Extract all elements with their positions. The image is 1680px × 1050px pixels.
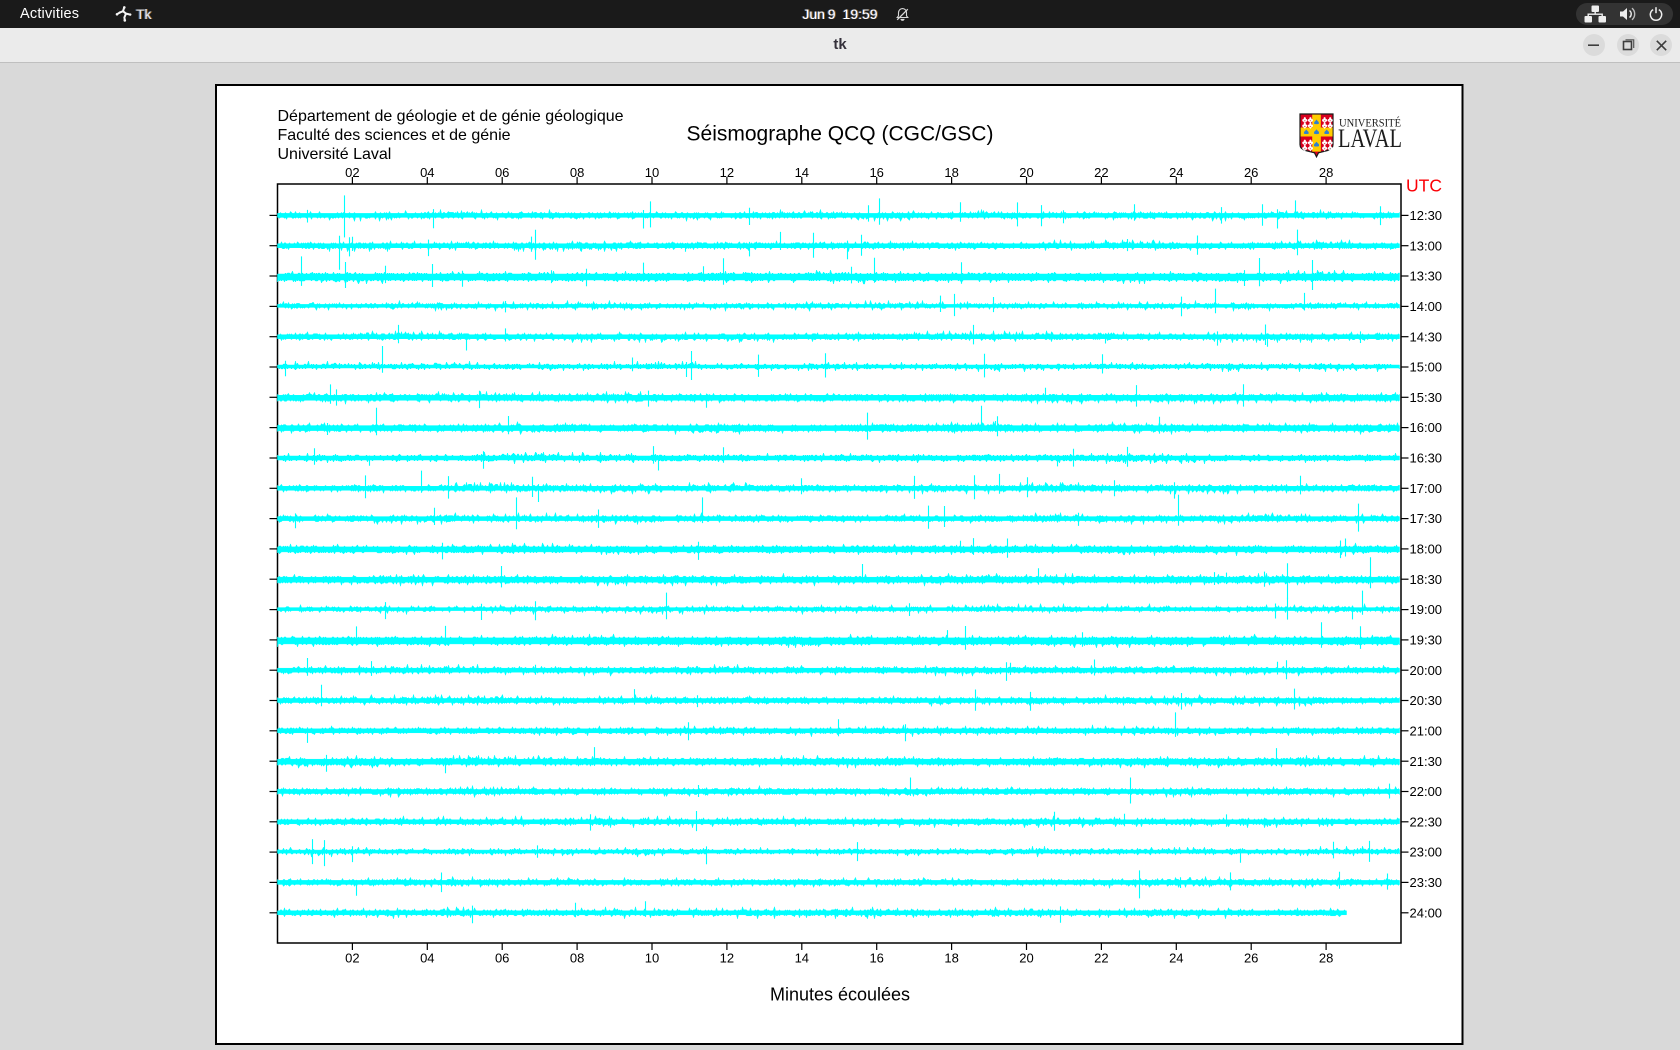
- svg-text:06: 06: [495, 951, 509, 966]
- svg-text:21:30: 21:30: [1410, 754, 1443, 769]
- svg-text:17:00: 17:00: [1410, 481, 1443, 496]
- svg-text:14:00: 14:00: [1410, 299, 1443, 314]
- svg-text:04: 04: [420, 951, 434, 966]
- svg-text:13:30: 13:30: [1410, 269, 1443, 284]
- svg-text:28: 28: [1319, 165, 1333, 180]
- svg-text:02: 02: [345, 165, 359, 180]
- svg-text:LAVAL: LAVAL: [1338, 124, 1402, 153]
- svg-text:UTC: UTC: [1406, 176, 1442, 196]
- svg-text:16: 16: [869, 951, 883, 966]
- svg-text:24: 24: [1169, 165, 1183, 180]
- svg-text:Minutes écoulées: Minutes écoulées: [770, 985, 910, 1005]
- svg-text:12: 12: [720, 951, 734, 966]
- svg-text:18: 18: [944, 951, 958, 966]
- svg-text:06: 06: [495, 165, 509, 180]
- svg-text:19:00: 19:00: [1410, 602, 1443, 617]
- svg-text:12:30: 12:30: [1410, 208, 1443, 223]
- svg-text:18:30: 18:30: [1410, 572, 1443, 587]
- svg-text:26: 26: [1244, 951, 1258, 966]
- svg-text:17:30: 17:30: [1410, 511, 1443, 526]
- svg-text:12: 12: [720, 165, 734, 180]
- svg-text:16: 16: [869, 165, 883, 180]
- svg-text:08: 08: [570, 165, 584, 180]
- svg-text:04: 04: [420, 165, 434, 180]
- svg-text:20: 20: [1019, 165, 1033, 180]
- svg-text:10: 10: [645, 165, 659, 180]
- svg-text:24:00: 24:00: [1410, 905, 1443, 920]
- svg-text:18: 18: [944, 165, 958, 180]
- svg-text:19:30: 19:30: [1410, 633, 1443, 648]
- svg-text:22: 22: [1094, 951, 1108, 966]
- svg-text:22: 22: [1094, 165, 1108, 180]
- svg-text:13:00: 13:00: [1410, 238, 1443, 253]
- svg-text:16:00: 16:00: [1410, 420, 1443, 435]
- svg-text:14:30: 14:30: [1410, 329, 1443, 344]
- svg-text:24: 24: [1169, 951, 1183, 966]
- svg-text:21:00: 21:00: [1410, 723, 1443, 738]
- svg-text:Faculté des sciences et de gén: Faculté des sciences et de génie: [278, 127, 511, 144]
- svg-text:16:30: 16:30: [1410, 451, 1443, 466]
- svg-text:Séismographe QCQ (CGC/GSC): Séismographe QCQ (CGC/GSC): [687, 123, 994, 146]
- svg-text:Université Laval: Université Laval: [278, 146, 392, 163]
- svg-text:Département de géologie et de: Département de géologie et de génie géol…: [278, 108, 624, 125]
- svg-text:22:00: 22:00: [1410, 784, 1443, 799]
- svg-text:15:00: 15:00: [1410, 360, 1443, 375]
- svg-text:14: 14: [795, 165, 809, 180]
- svg-text:23:30: 23:30: [1410, 875, 1443, 890]
- svg-text:10: 10: [645, 951, 659, 966]
- svg-text:26: 26: [1244, 165, 1258, 180]
- svg-text:14: 14: [795, 951, 809, 966]
- svg-text:20:30: 20:30: [1410, 693, 1443, 708]
- svg-text:23:00: 23:00: [1410, 845, 1443, 860]
- svg-text:20:00: 20:00: [1410, 663, 1443, 678]
- svg-text:15:30: 15:30: [1410, 390, 1443, 405]
- svg-text:22:30: 22:30: [1410, 814, 1443, 829]
- svg-text:28: 28: [1319, 951, 1333, 966]
- svg-text:20: 20: [1019, 951, 1033, 966]
- svg-text:18:00: 18:00: [1410, 542, 1443, 557]
- svg-text:08: 08: [570, 951, 584, 966]
- svg-text:02: 02: [345, 951, 359, 966]
